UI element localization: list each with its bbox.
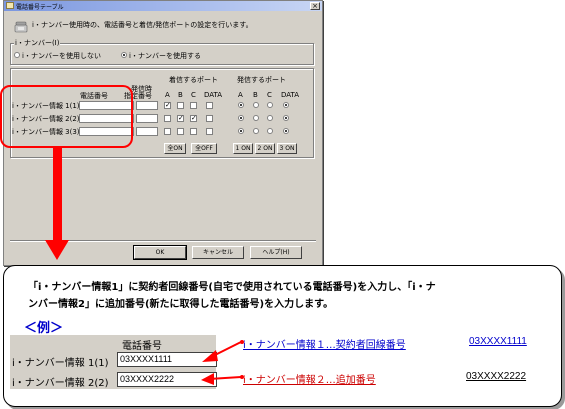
app-icon xyxy=(6,2,14,9)
one-on-button[interactable]: 1 ON xyxy=(233,143,253,154)
row3-out-a-radio[interactable] xyxy=(238,128,244,134)
pointer-arrow-2-head xyxy=(201,373,214,385)
row2-out-b-radio[interactable] xyxy=(253,115,259,121)
row1-in-a-checkbox[interactable]: ✓ xyxy=(164,102,171,109)
row2-out-a-radio[interactable] xyxy=(238,115,244,121)
row1-in-b-checkbox[interactable] xyxy=(177,102,184,109)
incoming-port-data-header: DATA xyxy=(204,91,223,99)
inumber-group-label: i・ナンバー(I) xyxy=(14,38,61,48)
note-contract-number: 03XXXX1111 xyxy=(469,336,527,347)
pointer-arrow-1-head xyxy=(202,350,218,362)
row3-out-data-radio[interactable] xyxy=(283,128,289,134)
telephone-icon xyxy=(14,21,28,33)
title-bar[interactable]: 電話番号テーブル × xyxy=(4,1,322,11)
incoming-port-b-header: B xyxy=(178,91,183,99)
row1-sequence-input[interactable] xyxy=(136,101,158,110)
ok-button[interactable]: OK xyxy=(133,245,187,260)
row2-in-data-checkbox[interactable] xyxy=(206,115,213,122)
radio-not-use[interactable] xyxy=(14,52,20,58)
row2-sequence-input[interactable] xyxy=(136,114,158,123)
radio-use[interactable] xyxy=(121,52,127,58)
close-button[interactable]: × xyxy=(310,2,320,10)
note-additional-line: i・ナンバー情報２…追加番号 xyxy=(243,375,376,386)
note-additional-number: 03XXXX2222 xyxy=(466,371,527,382)
radio-not-use-label: i・ナンバーを使用しない xyxy=(22,52,101,60)
help-button[interactable]: ヘルプ(H) xyxy=(250,246,302,259)
row2-in-b-checkbox[interactable]: ✓ xyxy=(177,115,184,122)
row3-out-c-radio[interactable] xyxy=(267,128,273,134)
cancel-button[interactable]: キャンセル xyxy=(192,246,244,259)
col-incoming-header: 着信するポート xyxy=(169,76,218,84)
row3-in-b-checkbox[interactable] xyxy=(177,128,184,135)
col-outgoing-header: 発信するポート xyxy=(237,76,286,84)
row1-in-c-checkbox[interactable] xyxy=(190,102,197,109)
row2-out-c-radio[interactable] xyxy=(267,115,273,121)
all-on-button[interactable]: 全ON xyxy=(164,143,186,154)
row1-in-data-checkbox[interactable] xyxy=(206,102,213,109)
incoming-port-a-header: A xyxy=(165,91,170,99)
outgoing-port-b-header: B xyxy=(253,91,258,99)
explanation-callout: 「i・ナンバー情報1」に契約者回線番号(自宅で使用されている電話番号)を入力し、… xyxy=(3,265,562,407)
row3-in-c-checkbox[interactable] xyxy=(190,128,197,135)
row3-out-b-radio[interactable] xyxy=(253,128,259,134)
row3-in-data-checkbox[interactable] xyxy=(206,128,213,135)
row2-in-c-checkbox[interactable]: ✓ xyxy=(190,115,197,122)
incoming-port-c-header: C xyxy=(191,91,196,99)
dialog-title: 電話番号テーブル xyxy=(16,4,64,11)
row2-in-a-checkbox[interactable] xyxy=(164,115,171,122)
outgoing-port-c-header: C xyxy=(267,91,272,99)
down-arrow-shaft xyxy=(53,148,62,243)
three-on-button[interactable]: 3 ON xyxy=(277,143,297,154)
outgoing-port-data-header: DATA xyxy=(281,91,300,99)
row3-in-a-checkbox[interactable] xyxy=(164,128,171,135)
dialog-description: i・ナンバー使用時の、電話番号と着信/発信ポートの設定を行います。 xyxy=(32,21,253,29)
radio-use-label: i・ナンバーを使用する xyxy=(129,52,201,60)
all-off-button[interactable]: 全OFF xyxy=(191,143,217,154)
two-on-button[interactable]: 2 ON xyxy=(255,143,275,154)
row1-out-b-radio[interactable] xyxy=(253,102,259,108)
row1-out-a-radio[interactable] xyxy=(238,102,244,108)
outgoing-port-a-header: A xyxy=(238,91,243,99)
row2-out-data-radio[interactable] xyxy=(283,115,289,121)
note-contract-line: i・ナンバー情報１…契約者回線番号 xyxy=(243,340,406,351)
row3-sequence-input[interactable] xyxy=(136,127,158,136)
row1-out-data-radio[interactable] xyxy=(283,102,289,108)
down-arrow-icon xyxy=(45,240,69,260)
row1-out-c-radio[interactable] xyxy=(267,102,273,108)
phone-input-highlight xyxy=(0,85,133,148)
